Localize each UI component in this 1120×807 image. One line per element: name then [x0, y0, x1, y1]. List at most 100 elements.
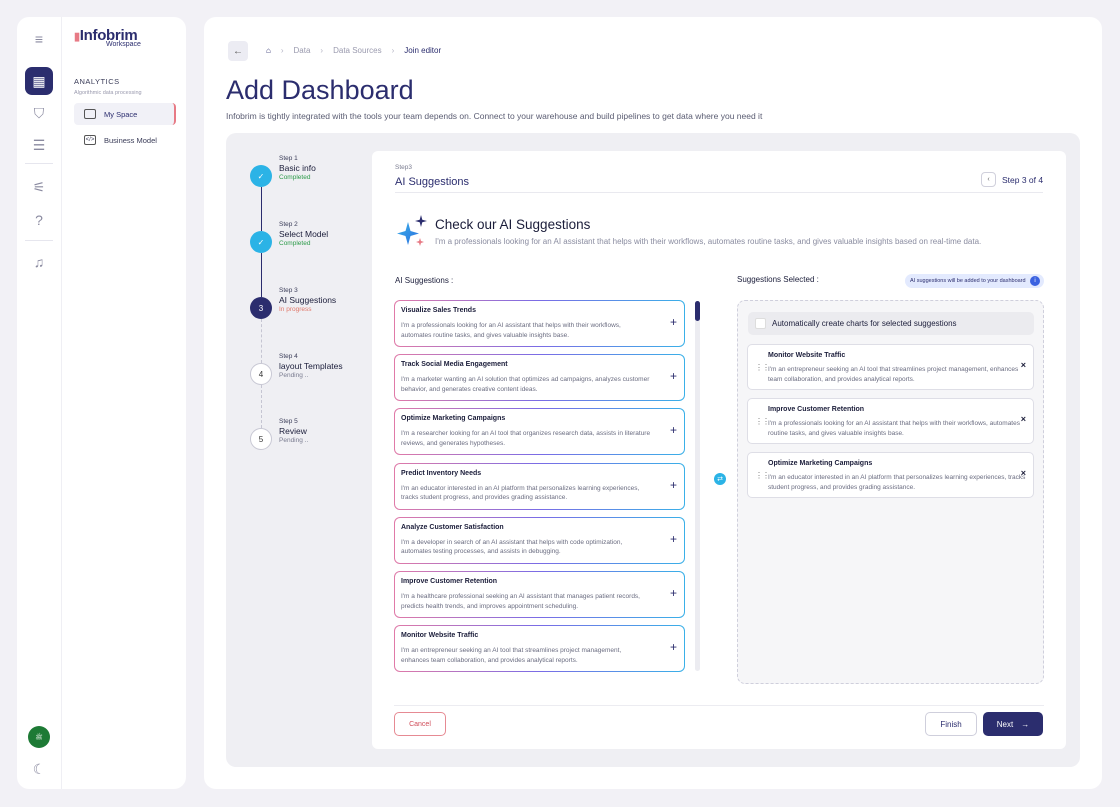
step-connector	[261, 187, 262, 231]
step-name: Select Model	[279, 229, 329, 239]
help-icon[interactable]: ?	[27, 208, 51, 232]
suggestion-card[interactable]: Optimize Marketing Campaigns I'm a resea…	[394, 408, 685, 455]
scrollbar-thumb[interactable]	[695, 301, 700, 321]
back-button[interactable]: ←	[228, 41, 248, 61]
add-icon[interactable]: +	[670, 315, 677, 329]
step-connector	[261, 385, 262, 428]
remove-icon[interactable]: ×	[1021, 414, 1026, 424]
chevron-left-icon[interactable]: ‹	[981, 172, 996, 187]
sparkle-icon	[397, 215, 427, 246]
step-indicator-text: Step 3 of 4	[1002, 174, 1044, 185]
rail-divider	[25, 240, 53, 241]
home-icon[interactable]: ⌂	[266, 46, 271, 55]
analytics-icon[interactable]: ▦	[25, 67, 53, 95]
add-icon[interactable]: +	[670, 423, 677, 437]
suggestion-description: I'm a healthcare professional seeking an…	[401, 593, 640, 610]
avatar[interactable]: ﷺ	[28, 726, 50, 748]
page-title: Add Dashboard	[226, 75, 414, 105]
selected-dropzone[interactable]: Automatically create charts for selected…	[737, 300, 1044, 684]
breadcrumb-item[interactable]: Data Sources	[333, 46, 381, 55]
step-status: Pending ..	[279, 372, 309, 379]
suggestions-header: AI Suggestions :	[395, 276, 454, 285]
auto-create-checkbox[interactable]	[755, 318, 766, 329]
next-button[interactable]: Next →	[983, 712, 1043, 736]
suggestion-card[interactable]: Improve Customer Retention I'm a healthc…	[394, 571, 685, 618]
selected-card[interactable]: ⋮⋮ Monitor Website Traffic I'm an entrep…	[747, 344, 1034, 390]
auto-create-label: Automatically create charts for selected…	[772, 319, 957, 328]
selected-title: Optimize Marketing Campaigns	[768, 460, 873, 467]
suggestion-card[interactable]: Visualize Sales Trends I'm a professiona…	[394, 300, 685, 347]
breadcrumb-current: Join editor	[404, 46, 442, 55]
suggestion-description: I'm a marketer wanting an AI solution th…	[401, 376, 650, 393]
main-content: ← ⌂ › Data › Data Sources › Join editor …	[204, 17, 1102, 789]
sliders-icon[interactable]: ⚟	[27, 175, 51, 199]
info-icon[interactable]: i	[1030, 276, 1040, 286]
step-number: Step 1	[279, 155, 298, 162]
theme-toggle-icon[interactable]: ☾	[27, 757, 51, 781]
suggestion-title: Visualize Sales Trends	[401, 307, 476, 314]
sidebar-section-subtitle: Algorithmic data processing	[74, 90, 142, 96]
shield-icon[interactable]: ⛉	[27, 101, 51, 125]
code-icon: </>	[84, 135, 96, 145]
suggestion-title: Predict Inventory Needs	[401, 469, 482, 477]
info-note-text: AI suggestions will be added to your das…	[910, 278, 1026, 284]
cancel-button[interactable]: Cancel	[394, 712, 446, 736]
step-marker: ✓	[250, 165, 272, 187]
step-connector	[261, 253, 262, 297]
suggestion-card[interactable]: Monitor Website Traffic I'm an entrepren…	[394, 625, 685, 672]
selected-card[interactable]: ⋮⋮ Improve Customer Retention I'm a prof…	[747, 398, 1034, 444]
chevron-right-icon: ›	[320, 46, 324, 55]
logo-subtitle: Workspace	[106, 41, 141, 48]
auto-create-option[interactable]: Automatically create charts for selected…	[748, 312, 1034, 335]
chevron-right-icon: ›	[391, 46, 395, 55]
ai-description: I'm a professionals looking for an AI as…	[435, 237, 982, 246]
drag-handle-icon[interactable]: ⋮⋮	[755, 363, 770, 372]
suggestion-title: Monitor Website Traffic	[401, 632, 479, 640]
breadcrumb: ⌂ › Data › Data Sources › Join editor	[266, 46, 451, 55]
finish-button[interactable]: Finish	[925, 712, 977, 736]
suggestion-title: Track Social Media Engagement	[401, 361, 508, 369]
suggestion-card[interactable]: Predict Inventory Needs I'm an educator …	[394, 463, 685, 510]
step-marker: 3	[250, 297, 272, 319]
page-description: Infobrim is tightly integrated with the …	[226, 111, 763, 121]
step-number: Step 5	[279, 418, 298, 425]
swap-icon[interactable]: ⇄	[714, 473, 726, 485]
suggestion-title: Analyze Customer Satisfaction	[401, 523, 504, 531]
add-icon[interactable]: +	[670, 586, 677, 600]
sidebar-section-title: ANALYTICS	[74, 77, 120, 86]
selected-title: Monitor Website Traffic	[768, 352, 846, 359]
suggestion-card[interactable]: Analyze Customer Satisfaction I'm a deve…	[394, 517, 685, 564]
next-label: Next	[996, 719, 1014, 729]
bell-icon[interactable]: ♫	[27, 250, 51, 274]
add-icon[interactable]: +	[670, 640, 677, 654]
suggestion-card[interactable]: Track Social Media Engagement I'm a mark…	[394, 354, 685, 401]
step-name: layout Templates	[279, 361, 343, 371]
drag-handle-icon[interactable]: ⋮⋮	[755, 471, 770, 480]
add-icon[interactable]: +	[670, 532, 677, 546]
remove-icon[interactable]: ×	[1021, 468, 1026, 478]
step-marker: ✓	[250, 231, 272, 253]
drag-handle-icon[interactable]: ⋮⋮	[755, 417, 770, 426]
selected-card[interactable]: ⋮⋮ Optimize Marketing Campaigns I'm an e…	[747, 452, 1034, 498]
add-icon[interactable]: +	[670, 369, 677, 383]
menu-icon[interactable]: ≡	[27, 27, 51, 51]
sidebar-item-my-space[interactable]: My Space	[74, 103, 176, 125]
selected-description: I'm a professionals looking for an AI as…	[768, 420, 1020, 437]
step-status: Completed	[279, 240, 311, 247]
step-number: Step 3	[279, 287, 298, 294]
remove-icon[interactable]: ×	[1021, 360, 1026, 370]
arrow-left-icon: ←	[233, 45, 243, 57]
sidebar-item-business-model[interactable]: </> Business Model	[74, 129, 176, 151]
step-number: Step 4	[279, 353, 298, 360]
chevron-right-icon: ›	[280, 46, 284, 55]
database-icon[interactable]: ☰	[27, 133, 51, 157]
step-status: Completed	[279, 174, 311, 181]
add-icon[interactable]: +	[670, 478, 677, 492]
step-name: Basic info	[279, 163, 316, 173]
scrollbar-track[interactable]	[695, 301, 700, 671]
step-marker: 4	[250, 363, 272, 385]
card-step-label: Step3	[395, 164, 412, 171]
breadcrumb-item[interactable]: Data	[294, 46, 311, 55]
step-connector	[261, 319, 262, 363]
step-name: Review	[279, 426, 307, 436]
